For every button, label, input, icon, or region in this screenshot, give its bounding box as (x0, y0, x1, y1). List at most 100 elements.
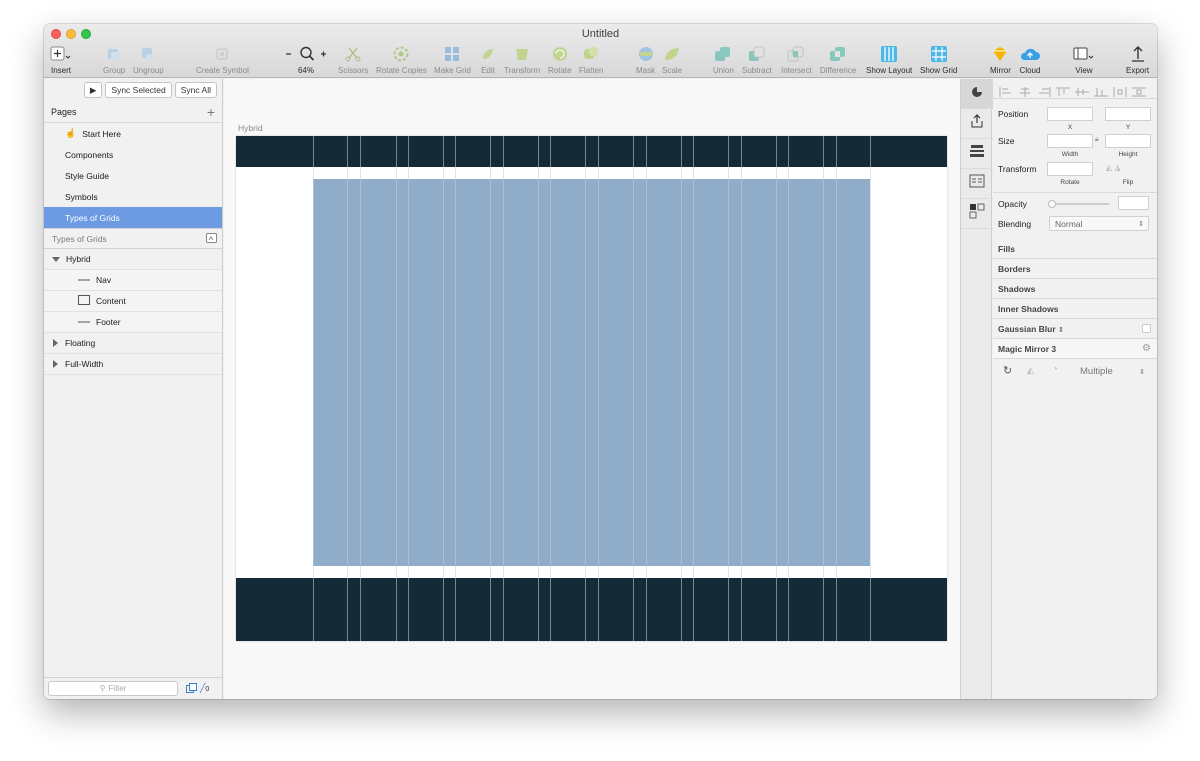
disclosure-expanded-icon[interactable] (52, 256, 60, 262)
tab-style[interactable] (961, 79, 993, 109)
tab-text[interactable] (961, 169, 993, 199)
shadows-section[interactable]: Shadows (993, 279, 1157, 299)
artboard-hybrid[interactable] (236, 136, 947, 641)
width-field[interactable] (1047, 134, 1093, 148)
page-types-of-grids[interactable]: Types of Grids (44, 207, 222, 228)
height-field[interactable] (1105, 134, 1151, 148)
gaussian-blur-section[interactable]: Gaussian Blur ⇕ (993, 319, 1157, 339)
layer-floating[interactable]: Floating (44, 333, 222, 354)
artboard-label[interactable]: Hybrid (238, 123, 263, 133)
show-grid-button[interactable]: Show Grid (920, 43, 957, 75)
magic-mirror-label: Magic Mirror 3 (998, 343, 1057, 354)
group-icon (106, 43, 122, 65)
rotate-mirror-icon[interactable]: ◔ (1052, 364, 1058, 375)
difference-button[interactable]: Difference (820, 43, 856, 75)
difference-label: Difference (820, 66, 857, 75)
play-button[interactable]: ▶ (83, 82, 103, 98)
canvas[interactable]: Hybrid (224, 79, 960, 699)
align-left-icon[interactable] (999, 84, 1013, 97)
flatten-button[interactable]: Flatten (579, 43, 603, 75)
mask-button[interactable]: Mask (636, 43, 655, 75)
layer-content[interactable]: Content (44, 291, 222, 312)
cloud-button[interactable]: Cloud (1019, 43, 1041, 75)
opacity-field[interactable] (1118, 196, 1149, 210)
fills-section[interactable]: Fills (993, 239, 1157, 259)
add-page-icon[interactable]: + (207, 104, 215, 120)
intersect-button[interactable]: Intersect (781, 43, 812, 75)
distribute-vertical-icon[interactable] (1132, 84, 1146, 96)
blur-checkbox[interactable] (1142, 324, 1151, 333)
align-middle-icon[interactable] (1075, 84, 1089, 96)
footer-band[interactable] (236, 578, 947, 641)
insert-label: Insert (50, 66, 71, 75)
align-top-icon[interactable] (1056, 84, 1070, 96)
tab-layers[interactable] (961, 139, 993, 169)
export-button[interactable]: Export (1126, 43, 1149, 75)
gear-icon[interactable]: ⚙ (1142, 343, 1151, 354)
align-right-icon[interactable] (1037, 84, 1051, 97)
align-center-icon[interactable] (1018, 84, 1032, 97)
group-button[interactable]: Group (103, 43, 125, 75)
layer-footer[interactable]: Footer (44, 312, 222, 333)
scale-button[interactable]: Scale (662, 43, 682, 75)
show-layout-button[interactable]: Show Layout (866, 43, 912, 75)
blending-select[interactable]: Normal ⇕ (1049, 216, 1149, 231)
page-components[interactable]: Components (44, 144, 222, 165)
scissors-button[interactable]: Scissors (338, 43, 368, 75)
sync-selected-button[interactable]: Sync Selected (105, 82, 172, 98)
rotate-button[interactable]: Rotate (548, 43, 572, 75)
disclosure-collapsed-icon[interactable] (53, 360, 58, 368)
sync-all-button[interactable]: Sync All (174, 82, 217, 98)
align-bottom-icon[interactable] (1094, 84, 1108, 96)
blending-value: Normal (1055, 218, 1083, 229)
refresh-icon[interactable]: ↻ (1003, 364, 1012, 377)
position-y-field[interactable] (1105, 107, 1151, 121)
create-symbol-button[interactable]: Create Symbol (196, 43, 249, 75)
copy-icon[interactable] (186, 680, 197, 698)
brush-icon[interactable]: ╱0 (200, 683, 209, 694)
page-start-here[interactable]: ☝ Start Here (44, 123, 222, 144)
layer-full-width[interactable]: Full-Width (44, 354, 222, 375)
make-grid-button[interactable]: Make Grid (434, 43, 471, 75)
union-button[interactable]: Union (713, 43, 734, 75)
borders-section[interactable]: Borders (993, 259, 1157, 279)
transform-button[interactable]: Transform (504, 43, 540, 75)
zoom-control[interactable]: 64% (284, 43, 328, 75)
tab-arrange[interactable] (961, 199, 993, 229)
scale-label: Scale (662, 66, 683, 75)
rotate-field[interactable] (1047, 162, 1093, 176)
grid-column-line (396, 136, 397, 641)
page-symbols[interactable]: Symbols (44, 186, 222, 207)
mirror-button[interactable]: Mirror (990, 43, 1011, 75)
view-button[interactable]: View (1073, 43, 1095, 75)
edit-button[interactable]: Edit (480, 43, 496, 75)
disclosure-collapsed-icon[interactable] (53, 339, 58, 347)
distribute-horizontal-icon[interactable] (1113, 84, 1127, 97)
mirror-mode-select[interactable]: Multiple ⇕ (1075, 364, 1149, 379)
slider-knob[interactable] (1048, 200, 1056, 208)
pages-header: Pages + (44, 101, 222, 123)
position-x-field[interactable] (1047, 107, 1093, 121)
flip-mirror-icon[interactable]: ◭ (1027, 365, 1034, 376)
alignment-toolbar (993, 79, 1157, 99)
ungroup-button[interactable]: Ungroup (133, 43, 164, 75)
page-style-guide[interactable]: Style Guide (44, 165, 222, 186)
opacity-slider[interactable] (1048, 200, 1109, 208)
insert-button[interactable]: Insert (50, 43, 72, 75)
layer-hybrid[interactable]: Hybrid (44, 249, 222, 270)
show-grid-icon (930, 43, 948, 65)
layer-nav[interactable]: Nav (44, 270, 222, 291)
filter-input[interactable]: ⚲ Filter (48, 681, 178, 696)
lock-icon[interactable]: 🔒︎ (1095, 136, 1099, 144)
hand-icon: ☝ (65, 128, 77, 138)
filter-placeholder: Filter (108, 684, 127, 693)
nav-band[interactable] (236, 136, 947, 167)
inner-shadows-section[interactable]: Inner Shadows (993, 299, 1157, 319)
size-label: Size (998, 136, 1015, 146)
tab-export[interactable] (961, 109, 993, 139)
rotate-copies-button[interactable]: Rotate Copies (376, 43, 427, 75)
subtract-button[interactable]: Subtract (742, 43, 772, 75)
ungroup-label: Ungroup (133, 66, 164, 75)
flip-icons[interactable]: ◭ ◮ (1106, 163, 1121, 172)
artboard-icon[interactable] (206, 232, 217, 245)
